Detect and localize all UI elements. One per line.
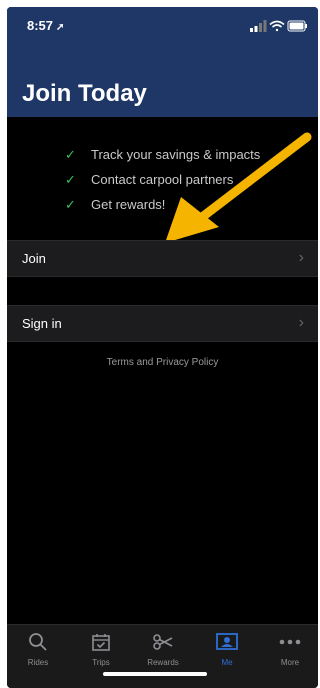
join-label: Join: [22, 251, 46, 266]
tab-me[interactable]: Me: [202, 631, 252, 667]
header-bar: 8:57 ➚ Join Today: [7, 7, 318, 117]
join-button[interactable]: Join ›: [7, 240, 318, 277]
tab-label: Rewards: [147, 658, 179, 667]
page-title: Join Today: [22, 80, 147, 107]
check-icon: ✓: [65, 196, 76, 212]
sign-in-button[interactable]: Sign in ›: [7, 305, 318, 342]
check-icon: ✓: [65, 146, 76, 162]
tab-trips[interactable]: Trips: [76, 631, 126, 667]
tab-label: More: [280, 658, 300, 667]
wifi-icon: [269, 20, 285, 32]
chevron-right-icon: ›: [298, 314, 304, 331]
profile-card-icon: [216, 633, 238, 650]
tab-label: Trips: [92, 658, 110, 667]
home-indicator[interactable]: [103, 672, 207, 676]
tab-rides[interactable]: Rides: [13, 631, 63, 667]
tab-label: Rides: [27, 658, 49, 667]
status-time-text: 8:57: [27, 18, 54, 33]
coupon-scissors-icon: [153, 634, 173, 650]
terms-link[interactable]: Terms and Privacy Policy: [7, 357, 318, 368]
benefit-text: Get rewards!: [91, 197, 166, 212]
more-dots-icon: [279, 639, 301, 645]
search-icon: [29, 633, 47, 651]
check-icon: ✓: [65, 171, 76, 187]
calendar-check-icon: [92, 634, 110, 651]
battery-icon: [287, 20, 307, 32]
status-time: 8:57 ➚: [27, 18, 64, 33]
location-arrow-icon: ➚: [56, 22, 65, 33]
signal-icon: [250, 20, 267, 32]
tab-more[interactable]: More: [265, 631, 315, 667]
status-icons: [250, 20, 307, 32]
app-screen: 8:57 ➚ Join Today ✓ Track your savings &…: [7, 7, 318, 688]
chevron-right-icon: ›: [298, 249, 304, 266]
sign-in-label: Sign in: [22, 316, 62, 331]
annotation-arrow-icon: [165, 132, 312, 243]
tab-rewards[interactable]: Rewards: [138, 631, 188, 667]
tab-bar: Rides Trips Rewards Me More: [7, 624, 318, 688]
tab-label: Me: [221, 658, 233, 667]
